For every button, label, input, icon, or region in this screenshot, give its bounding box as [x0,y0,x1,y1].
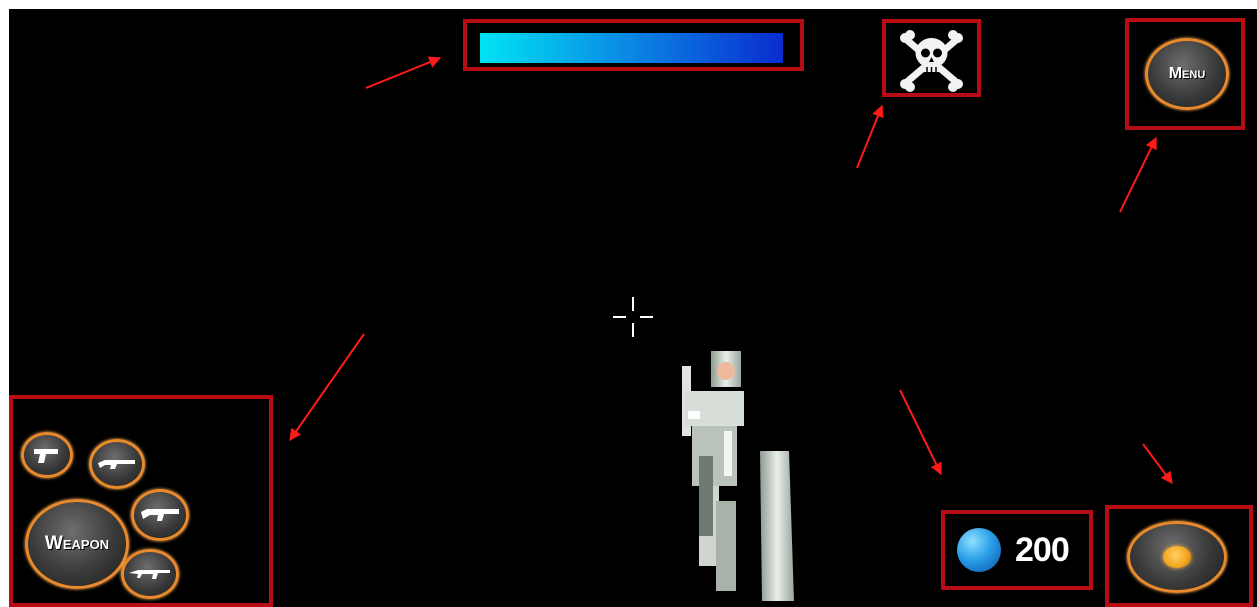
crosshair-icon [613,297,653,337]
weapon-pistol-button[interactable] [21,432,73,478]
annotation-energy: Indikator energije kipa. [90,88,333,117]
enemy-indicator-highlight [882,19,981,97]
shotgun-icon [98,460,135,469]
weapon-rifle-button[interactable] [131,489,189,541]
shoot-button-highlight [1105,505,1253,607]
assault-rifle-icon [129,570,170,579]
pistol-icon [34,449,58,463]
menu-button-label: Menu [1168,65,1206,82]
weapon-buttons-highlight: Weapon [9,395,273,607]
weapon-select-button[interactable]: Weapon [25,499,129,589]
ammo-count: 200 [1015,530,1070,569]
statue-energy-bar [480,33,783,63]
blue-orb-icon [957,528,1001,572]
annotation-shoot: Gumb za pucanje. [1017,409,1206,438]
shoot-button[interactable] [1127,521,1227,593]
weapon-assault-rifle-button[interactable] [121,549,179,599]
annotation-ammo: Indikator metaka. [790,341,974,370]
annotation-weapons: Gumbovi za odabir oružja. [180,299,459,328]
skull-crossbones-icon [900,30,963,92]
weapon-button-label: Weapon [44,533,110,554]
ammo-indicator-highlight: 200 [941,510,1093,590]
menu-button[interactable]: Menu [1145,38,1229,110]
energy-indicator-highlight [463,19,804,71]
shoot-core-icon [1163,546,1191,568]
statue-character [682,351,794,601]
annotation-menu: Gumb za izbornik. [1013,234,1208,263]
menu-button-highlight: Menu [1125,18,1245,130]
weapon-shotgun-button[interactable] [89,439,145,489]
rifle-icon [141,509,179,521]
annotation-enemies: Indikator jačih neprijatelja. [719,170,1002,199]
